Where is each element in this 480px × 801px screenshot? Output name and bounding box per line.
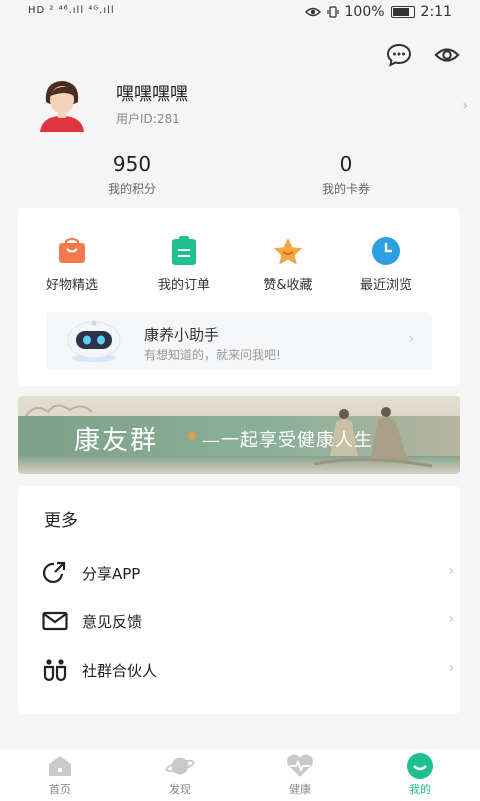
eye-icon[interactable] — [434, 42, 460, 68]
chevron-right-icon: › — [408, 332, 414, 347]
chevron-right-icon: › — [448, 661, 454, 676]
vibrate-icon — [326, 6, 339, 18]
star-icon — [273, 236, 303, 266]
feedback-item[interactable]: 意见反馈 › — [42, 606, 454, 636]
cloud-decoration-icon — [25, 404, 93, 417]
stats-row: 950 我的积分 0 我的卡券 — [0, 152, 480, 202]
points-label: 我的积分 — [107, 182, 156, 196]
heart-pulse-icon — [285, 753, 315, 779]
bottom-tab-bar: 首页 发现 健康 我的 — [0, 748, 480, 801]
tab-home-label: 首页 — [49, 783, 71, 796]
clock-icon — [371, 236, 401, 266]
quick-links-card: 好物精选 我的订单 赞&收藏 最近浏览 康养小助手 有想知道的，就来问我吧! › — [18, 208, 460, 386]
coupons-value: 0 — [339, 152, 353, 176]
mail-icon — [42, 608, 68, 634]
share-app-item[interactable]: 分享APP › — [42, 558, 454, 588]
smile-icon — [405, 753, 435, 779]
coupons-label: 我的卡券 — [321, 182, 370, 196]
avatar[interactable] — [36, 76, 88, 132]
community-banner[interactable]: 康友群 —一起享受健康人生 — [18, 396, 460, 474]
quick-link-orders-label: 我的订单 — [157, 278, 210, 293]
shopping-bag-icon — [57, 236, 87, 266]
header-actions — [386, 42, 460, 68]
signal-indicators: HD ² ⁴⁶.ıll ⁴ᴳ.ıll — [28, 5, 115, 16]
banner-subtitle: —一起享受健康人生 — [202, 430, 373, 451]
battery-icon — [390, 6, 415, 18]
tab-health[interactable]: 健康 — [240, 753, 360, 797]
quick-link-history-label: 最近浏览 — [359, 278, 412, 293]
quick-link-orders[interactable]: 我的订单 — [134, 236, 234, 293]
chevron-right-icon: › — [448, 564, 454, 579]
quick-link-favorites-label: 赞&收藏 — [263, 278, 313, 293]
assistant-subtitle: 有想知道的，就来问我吧! — [144, 348, 281, 362]
status-right: 100% 2:11 — [304, 4, 452, 20]
clock-time: 2:11 — [420, 4, 452, 20]
robot-icon — [64, 318, 124, 364]
points-value: 950 — [112, 152, 152, 176]
more-card: 更多 分享APP › 意见反馈 › 社群合伙人 › — [18, 486, 460, 714]
banner-subtitle-text: 一起享受健康人生 — [221, 430, 373, 451]
clipboard-icon — [169, 236, 199, 266]
more-title: 更多 — [44, 511, 78, 531]
feedback-label: 意见反馈 — [82, 613, 143, 631]
tab-health-label: 健康 — [289, 783, 311, 796]
tab-discover[interactable]: 发现 — [120, 753, 240, 797]
coupons-stat[interactable]: 0 我的卡券 — [246, 152, 446, 197]
message-icon[interactable] — [386, 42, 412, 68]
assistant-title: 康养小助手 — [144, 326, 220, 344]
share-icon — [42, 560, 68, 586]
eye-comfort-icon — [304, 7, 321, 17]
chevron-right-icon[interactable]: › — [462, 98, 468, 114]
points-stat[interactable]: 950 我的积分 — [32, 152, 232, 197]
partners-label: 社群合伙人 — [82, 662, 158, 680]
battery-percent: 100% — [344, 4, 385, 20]
partners-item[interactable]: 社群合伙人 › — [42, 655, 454, 685]
quick-link-goods-label: 好物精选 — [45, 278, 98, 293]
banner-dot — [188, 432, 196, 440]
share-app-label: 分享APP — [82, 565, 141, 583]
quick-link-history[interactable]: 最近浏览 — [336, 236, 436, 293]
user-id: 用户ID:281 — [116, 112, 180, 126]
username: 嘿嘿嘿嘿 — [116, 84, 188, 105]
status-bar: HD ² ⁴⁶.ıll ⁴ᴳ.ıll 100% 2:11 — [0, 0, 480, 26]
tab-discover-label: 发现 — [169, 783, 191, 796]
planet-icon — [165, 753, 195, 779]
home-icon — [45, 753, 75, 779]
tab-mine-label: 我的 — [409, 783, 431, 796]
assistant-entry[interactable]: 康养小助手 有想知道的，就来问我吧! › — [46, 312, 432, 370]
profile-header[interactable]: 嘿嘿嘿嘿 用户ID:281 › — [36, 76, 468, 136]
tab-mine[interactable]: 我的 — [360, 753, 480, 797]
quick-link-goods[interactable]: 好物精选 — [22, 236, 122, 293]
banner-title: 康友群 — [74, 426, 159, 456]
partners-icon — [42, 657, 68, 683]
chevron-right-icon: › — [448, 612, 454, 627]
quick-link-favorites[interactable]: 赞&收藏 — [238, 236, 338, 293]
tab-home[interactable]: 首页 — [0, 753, 120, 797]
